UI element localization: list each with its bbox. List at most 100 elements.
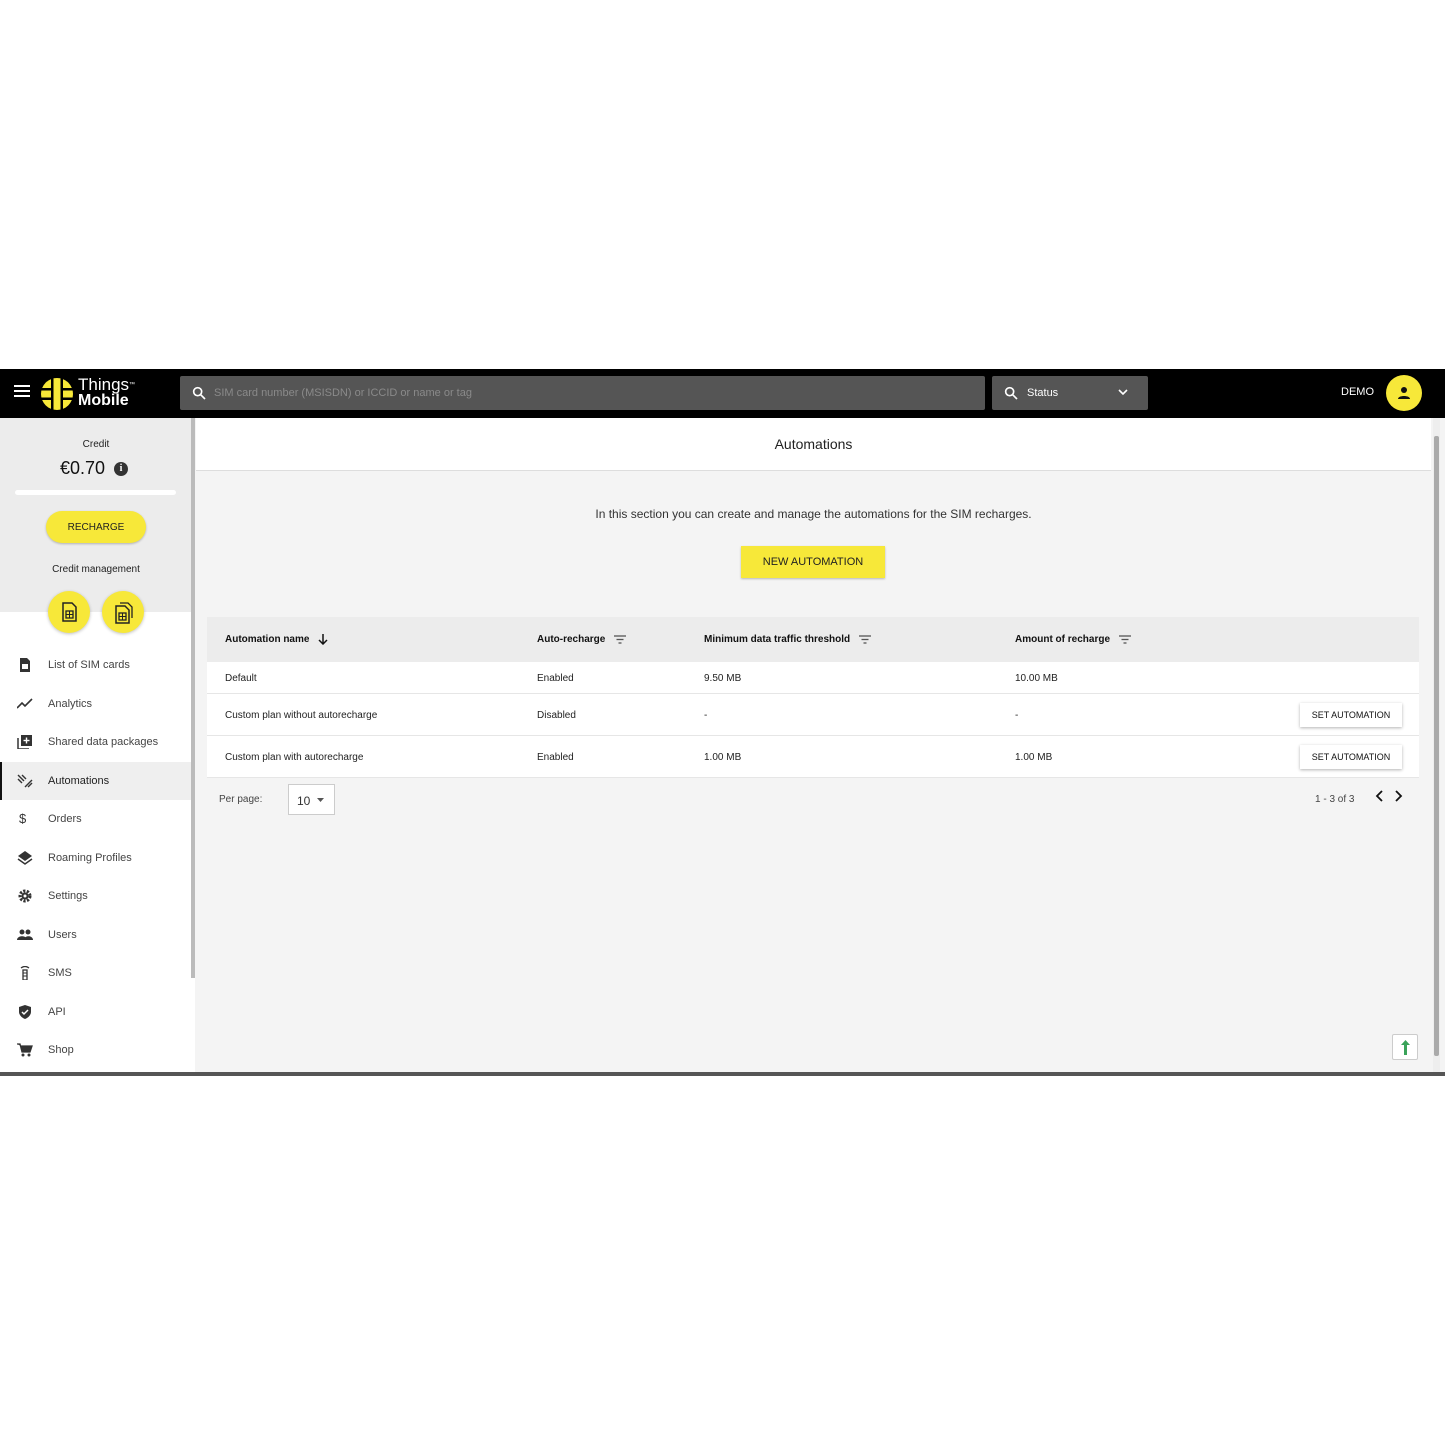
user-icon bbox=[1398, 387, 1410, 399]
credit-panel: Credit €0.70 i RECHARGE Credit managemen… bbox=[0, 418, 192, 633]
chevron-left-icon[interactable] bbox=[1375, 790, 1385, 802]
table-row[interactable]: Custom plan without autorecharge Disable… bbox=[207, 694, 1419, 736]
sidebar-item-users[interactable]: Users bbox=[0, 916, 192, 955]
sidebar-item-label: Shared data packages bbox=[48, 736, 159, 748]
cart-icon bbox=[17, 1043, 33, 1057]
multi-sim-credit-button[interactable] bbox=[102, 591, 144, 633]
column-header-auto-recharge[interactable]: Auto-recharge bbox=[537, 634, 627, 645]
avatar[interactable] bbox=[1386, 375, 1422, 411]
status-filter-label: Status bbox=[1027, 387, 1059, 399]
cell-amount: 10.00 MB bbox=[1015, 673, 1058, 684]
sort-arrow-down-icon bbox=[318, 634, 328, 646]
chevron-down-icon bbox=[1118, 389, 1128, 396]
search-icon bbox=[1004, 386, 1018, 400]
sidebar: Credit €0.70 i RECHARGE Credit managemen… bbox=[0, 418, 195, 1076]
sidebar-item-label: Users bbox=[48, 928, 77, 941]
cell-threshold: 9.50 MB bbox=[704, 673, 742, 684]
filter-icon bbox=[614, 635, 627, 644]
sidebar-item-label: Automations bbox=[48, 774, 110, 787]
sidebar-item-label: Settings bbox=[48, 890, 88, 902]
credit-management-label: Credit management bbox=[52, 564, 140, 575]
cell-threshold: 1.00 MB bbox=[704, 752, 742, 763]
users-icon bbox=[17, 929, 33, 940]
shield-icon bbox=[19, 1004, 31, 1019]
search-icon bbox=[192, 386, 206, 400]
main-scrollbar-thumb[interactable] bbox=[1434, 436, 1439, 1056]
page-header: Automations bbox=[196, 418, 1431, 471]
cell-auto-recharge: Disabled bbox=[537, 710, 576, 721]
sidebar-item-shop[interactable]: Shop bbox=[0, 1031, 192, 1070]
gear-icon bbox=[18, 889, 32, 903]
cell-auto-recharge: Enabled bbox=[537, 673, 574, 684]
filter-icon bbox=[1118, 635, 1131, 644]
table-header: Automation name Auto-recharge Minimum da… bbox=[207, 617, 1419, 662]
sidebar-item-api[interactable]: API bbox=[0, 993, 192, 1032]
main-content: Automations In this section you can crea… bbox=[196, 418, 1431, 1076]
multi-sim-icon bbox=[115, 602, 133, 624]
pagination-range: 1 - 3 of 3 bbox=[1315, 794, 1355, 805]
cell-auto-recharge: Enabled bbox=[537, 752, 574, 763]
menu-icon[interactable] bbox=[14, 385, 30, 399]
column-header-minimum-threshold[interactable]: Minimum data traffic threshold bbox=[704, 634, 871, 645]
column-header-amount-of-recharge[interactable]: Amount of recharge bbox=[1015, 634, 1131, 645]
recharge-button[interactable]: RECHARGE bbox=[46, 511, 146, 543]
sidebar-item-shared-data-packages[interactable]: Shared data packages bbox=[0, 723, 192, 762]
table-row[interactable]: Default Enabled 9.50 MB 10.00 MB bbox=[207, 662, 1419, 694]
chevron-right-icon[interactable] bbox=[1393, 790, 1403, 802]
trend-line-icon bbox=[17, 697, 33, 709]
cell-amount: 1.00 MB bbox=[1015, 752, 1053, 763]
sidebar-scrollbar[interactable] bbox=[191, 418, 195, 978]
caret-down-icon bbox=[317, 798, 324, 802]
layers-icon bbox=[17, 850, 33, 865]
per-page-label: Per page: bbox=[219, 794, 263, 805]
things-mobile-logo[interactable]: Things™ Mobile bbox=[40, 376, 150, 411]
antenna-icon bbox=[20, 966, 30, 980]
set-automation-button[interactable]: SET AUTOMATION bbox=[1300, 703, 1402, 727]
credit-label: Credit bbox=[82, 439, 110, 450]
column-header-automation-name[interactable]: Automation name bbox=[225, 634, 328, 645]
sim-search-input[interactable] bbox=[214, 376, 974, 410]
pagination: Per page: 10 1 - 3 of 3 bbox=[207, 784, 1419, 816]
library-add-icon bbox=[17, 735, 32, 749]
per-page-value: 10 bbox=[297, 794, 311, 808]
sim-card-icon bbox=[62, 602, 77, 622]
sim-search-box[interactable] bbox=[180, 376, 985, 410]
window-bottom-border bbox=[0, 1072, 1445, 1076]
page-title: Automations bbox=[774, 436, 853, 452]
sidebar-item-label: Analytics bbox=[48, 697, 93, 710]
sidebar-item-label: List of SIM cards bbox=[48, 659, 130, 671]
account-name[interactable]: DEMO bbox=[1341, 386, 1374, 398]
table-row[interactable]: Custom plan with autorecharge Enabled 1.… bbox=[207, 736, 1419, 778]
sidebar-item-label: SMS bbox=[48, 967, 72, 979]
sidebar-item-automations[interactable]: Automations bbox=[0, 761, 192, 800]
sidebar-item-list-of-sim-cards[interactable]: List of SIM cards bbox=[0, 646, 192, 685]
set-automation-button[interactable]: SET AUTOMATION bbox=[1300, 745, 1402, 769]
credit-amount: €0.70 bbox=[60, 458, 106, 478]
top-bar: Things™ Mobile Status DEMO bbox=[0, 369, 1445, 418]
logo-icon bbox=[41, 378, 73, 410]
sidebar-item-roaming-profiles[interactable]: Roaming Profiles bbox=[0, 839, 192, 878]
sidebar-item-orders[interactable]: $ Orders bbox=[0, 800, 192, 839]
sidebar-item-label: Orders bbox=[48, 813, 82, 825]
credit-progress-bar bbox=[15, 490, 176, 495]
cell-automation-name: Custom plan without autorecharge bbox=[225, 710, 378, 721]
cell-threshold: - bbox=[704, 710, 708, 721]
filter-icon bbox=[858, 635, 871, 644]
new-automation-button[interactable]: NEW AUTOMATION bbox=[741, 546, 885, 578]
cell-automation-name: Custom plan with autorecharge bbox=[225, 752, 364, 763]
dollar-icon: $ bbox=[19, 811, 27, 826]
per-page-select[interactable]: 10 bbox=[288, 784, 335, 815]
app-window: Things™ Mobile Status DEMO Credit €0.70 … bbox=[0, 369, 1445, 1076]
sidebar-item-settings[interactable]: Settings bbox=[0, 877, 192, 916]
sidebar-item-label: Roaming Profiles bbox=[48, 851, 132, 864]
sidebar-item-sms[interactable]: SMS bbox=[0, 954, 192, 993]
sidebar-item-analytics[interactable]: Analytics bbox=[0, 685, 192, 724]
sidebar-nav: List of SIM cards Analytics Shared data … bbox=[0, 646, 192, 1070]
sim-credit-button[interactable] bbox=[48, 591, 90, 633]
cell-amount: - bbox=[1015, 710, 1019, 721]
info-icon[interactable]: i bbox=[114, 462, 128, 476]
status-filter-dropdown[interactable]: Status bbox=[992, 376, 1148, 410]
main-scrollbar[interactable] bbox=[1433, 418, 1440, 1076]
sidebar-item-label: Shop bbox=[48, 1044, 74, 1056]
scroll-to-top-button[interactable] bbox=[1392, 1034, 1418, 1060]
